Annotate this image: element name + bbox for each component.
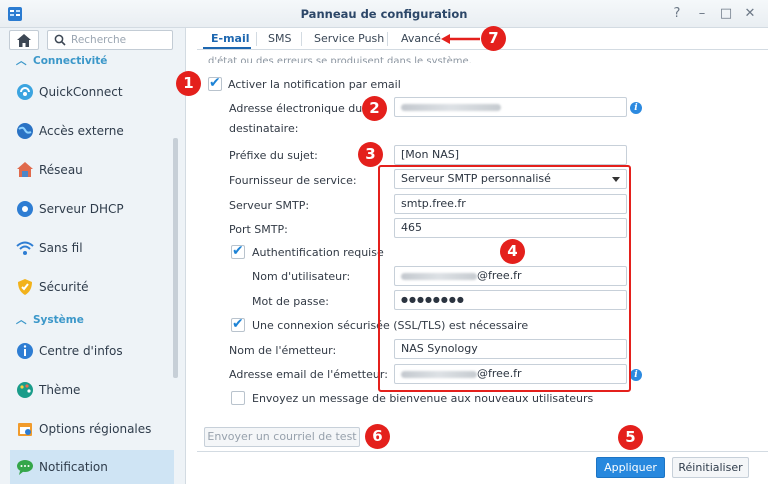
chat-icon [17, 460, 33, 475]
chevron-up-icon: ︿ [16, 314, 27, 326]
sidebar: Recherche ︿ Connectivité QuickConnect Acc… [0, 28, 186, 484]
annotation-badge-5: 5 [618, 425, 643, 450]
sidebar-item-reseau[interactable]: Réseau [10, 153, 174, 187]
recipient-label: Adresse électronique du [229, 102, 363, 115]
search-icon [54, 34, 66, 46]
smtp-port-label: Port SMTP: [229, 223, 288, 236]
globe-icon [17, 123, 33, 139]
info-icon[interactable]: i [630, 102, 642, 114]
annotation-highlight-box [378, 165, 631, 392]
home-button[interactable] [9, 30, 39, 50]
active-tab-indicator [203, 47, 251, 49]
sidebar-item-centre-infos[interactable]: Centre d'infos [10, 334, 174, 368]
info-icon[interactable]: i [630, 369, 642, 381]
redacted-text [401, 103, 501, 111]
palette-icon [17, 382, 33, 398]
minimize-button[interactable]: – [693, 5, 711, 23]
enable-email-notification-checkbox[interactable] [208, 75, 222, 91]
tab-sms[interactable]: SMS [268, 32, 291, 45]
info-icon [17, 343, 33, 359]
search-field[interactable]: Recherche [47, 30, 173, 50]
tab-avance[interactable]: Avancé [401, 32, 441, 45]
chevron-up-icon: ︿ [16, 55, 27, 67]
recipient-label-2: destinataire: [229, 122, 299, 135]
sender-email-label: Adresse email de l'émetteur: [229, 368, 388, 381]
shield-icon [18, 279, 32, 295]
ssl-required-checkbox[interactable] [231, 316, 245, 332]
quickconnect-icon [17, 84, 33, 100]
annotation-badge-1: 1 [176, 71, 201, 96]
wifi-icon [16, 241, 34, 255]
sidebar-item-securite[interactable]: Sécurité [10, 270, 174, 304]
home-icon [17, 34, 31, 47]
username-label: Nom d'utilisateur: [252, 270, 351, 283]
section-systeme[interactable]: ︿ Système [16, 312, 84, 327]
auth-required-checkbox[interactable] [231, 243, 245, 259]
close-button[interactable]: ✕ [741, 5, 759, 23]
title-bar: Panneau de configuration ? – □ ✕ [0, 0, 768, 28]
apply-button[interactable]: Appliquer [596, 457, 665, 478]
welcome-message-checkbox[interactable] [231, 391, 245, 405]
welcome-message-label: Envoyez un message de bienvenue aux nouv… [252, 392, 594, 405]
section-connectivite[interactable]: ︿ Connectivité [16, 53, 107, 68]
sidebar-item-serveur-dhcp[interactable]: Serveur DHCP [10, 192, 174, 226]
maximize-button[interactable]: □ [717, 5, 735, 23]
send-test-email-button[interactable]: Envoyer un courriel de test [204, 427, 360, 447]
window-title: Panneau de configuration [300, 7, 468, 21]
sender-name-label: Nom de l'émetteur: [229, 344, 337, 357]
footer-divider [197, 451, 768, 452]
sidebar-item-theme[interactable]: Thème [10, 373, 174, 407]
tab-separator [387, 32, 388, 46]
sidebar-item-sans-fil[interactable]: Sans fil [10, 231, 174, 265]
tab-separator [301, 32, 302, 46]
annotation-arrow-icon [441, 34, 480, 44]
sidebar-scrollbar[interactable] [173, 138, 178, 378]
annotation-badge-2: 2 [362, 96, 387, 121]
recipient-email-input[interactable] [394, 97, 627, 117]
calendar-icon [18, 423, 32, 436]
password-label: Mot de passe: [252, 295, 329, 308]
annotation-badge-4: 4 [500, 239, 525, 264]
help-button[interactable]: ? [668, 5, 686, 23]
smtp-server-label: Serveur SMTP: [229, 199, 310, 212]
sidebar-item-acces-externe[interactable]: Accès externe [10, 114, 174, 148]
search-placeholder: Recherche [71, 34, 127, 46]
network-icon [17, 162, 33, 177]
reset-button[interactable]: Réinitialiser [672, 457, 749, 478]
tab-separator [256, 32, 257, 46]
tab-email[interactable]: E-mail [211, 32, 250, 45]
tab-service-push[interactable]: Service Push [314, 32, 384, 45]
annotation-badge-3: 3 [358, 142, 383, 167]
annotation-badge-6: 6 [365, 424, 390, 449]
sidebar-item-notification[interactable]: Notification [10, 450, 174, 484]
description-text: d'état ou des erreurs se produisent dans… [208, 56, 472, 63]
sidebar-item-quickconnect[interactable]: QuickConnect [10, 75, 174, 109]
subject-prefix-label: Préfixe du sujet: [229, 149, 318, 162]
subject-prefix-input[interactable]: [Mon NAS] [394, 145, 627, 165]
sidebar-item-options-regionales[interactable]: Options régionales [10, 412, 174, 446]
annotation-badge-7: 7 [481, 26, 506, 51]
dhcp-icon [17, 201, 33, 217]
service-provider-label: Fournisseur de service: [229, 174, 357, 187]
auth-required-label: Authentification requise [252, 246, 384, 259]
enable-email-notification-label: Activer la notification par email [228, 78, 401, 91]
